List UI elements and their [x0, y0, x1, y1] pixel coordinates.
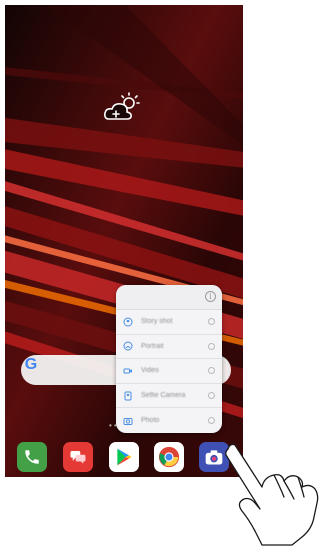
phone-app-icon[interactable]	[17, 442, 47, 472]
portrait-icon	[123, 341, 133, 351]
camera-shortcuts-popup: i Story shot Portrait Video Selfie Camer…	[116, 285, 222, 433]
shortcut-video[interactable]: Video	[116, 359, 222, 384]
pin-icon[interactable]	[208, 342, 215, 350]
messages-icon	[70, 451, 86, 464]
chrome-icon	[158, 446, 180, 468]
google-logo-icon: G	[24, 356, 38, 373]
weather-cloud-sun-icon[interactable]	[103, 91, 143, 123]
chrome-app-icon[interactable]	[154, 442, 184, 472]
video-icon	[123, 366, 133, 376]
shortcut-label: Portrait	[141, 342, 164, 350]
pin-icon[interactable]	[208, 417, 215, 425]
shortcut-label: Story shot	[141, 318, 173, 326]
play-store-app-icon[interactable]	[109, 442, 139, 472]
pin-icon[interactable]	[208, 318, 215, 326]
shortcut-story-shot[interactable]: Story shot	[116, 310, 222, 335]
shortcut-label: Photo	[141, 417, 160, 425]
shortcut-photo[interactable]: Photo	[116, 408, 222, 433]
pin-icon[interactable]	[208, 367, 215, 375]
shortcut-portrait[interactable]: Portrait	[116, 335, 222, 360]
shortcut-label: Selfie Camera	[141, 392, 186, 400]
shortcut-selfie-camera[interactable]: Selfie Camera	[116, 384, 222, 409]
story-shot-icon	[123, 317, 133, 327]
photo-icon	[123, 416, 133, 426]
phone-icon	[25, 450, 39, 464]
pin-icon[interactable]	[208, 392, 215, 400]
shortcut-label: Video	[141, 367, 159, 375]
pointing-hand-icon	[225, 443, 319, 546]
info-icon[interactable]: i	[205, 291, 216, 302]
messages-app-icon[interactable]	[63, 442, 93, 472]
camera-icon	[205, 450, 223, 465]
play-store-icon	[117, 448, 132, 466]
selfie-camera-icon	[123, 391, 133, 401]
popup-header: i	[116, 285, 222, 310]
